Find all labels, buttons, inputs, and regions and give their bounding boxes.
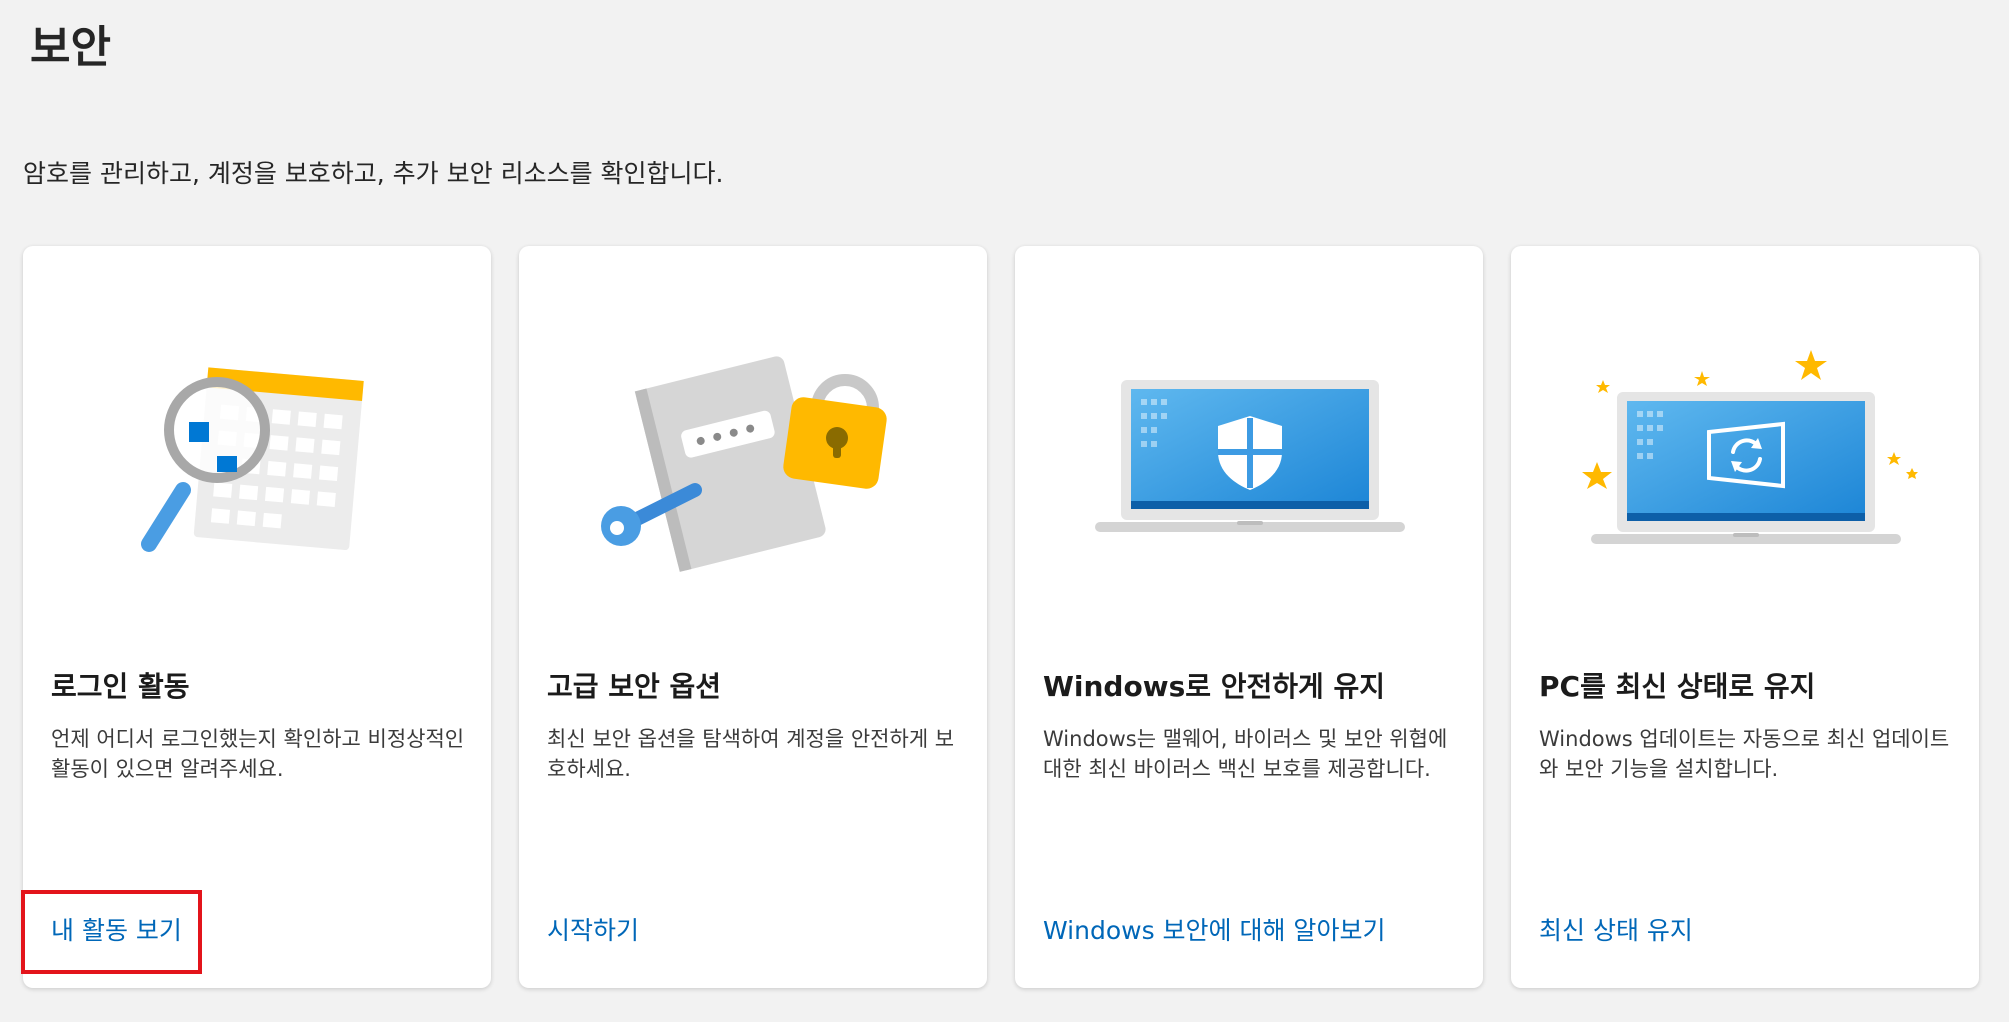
page-title: 보안 [30, 22, 111, 73]
card-keep-pc-updated: PC를 최신 상태로 유지 Windows 업데이트는 자동으로 최신 업데이트… [1511, 246, 1979, 988]
card-title: 고급 보안 옵션 [547, 670, 722, 703]
password-key-lock-icon [519, 246, 987, 606]
card-title: PC를 최신 상태로 유지 [1539, 670, 1816, 703]
card-advanced-security: 고급 보안 옵션 최신 보안 옵션을 탐색하여 계정을 안전하게 보호하세요. … [519, 246, 987, 988]
card-description: Windows 업데이트는 자동으로 최신 업데이트와 보안 기능을 설치합니다… [1539, 727, 1950, 781]
laptop-shield-icon [1015, 246, 1483, 606]
highlight-box [21, 890, 202, 974]
card-description: 최신 보안 옵션을 탐색하여 계정을 안전하게 보호하세요. [547, 727, 955, 781]
card-windows-security: Windows로 안전하게 유지 Windows는 맬웨어, 바이러스 및 보안… [1015, 246, 1483, 988]
stay-up-to-date-link[interactable]: 최신 상태 유지 [1539, 914, 1693, 948]
get-started-link[interactable]: 시작하기 [547, 914, 639, 948]
learn-windows-security-link[interactable]: Windows 보안에 대해 알아보기 [1043, 914, 1385, 948]
security-cards: 로그인 활동 언제 어디서 로그인했는지 확인하고 비정상적인 활동이 있으면 … [23, 246, 1983, 988]
card-title: 로그인 활동 [51, 670, 190, 703]
card-description: Windows는 맬웨어, 바이러스 및 보안 위협에 대한 최신 바이러스 백… [1043, 727, 1448, 781]
card-description: 언제 어디서 로그인했는지 확인하고 비정상적인 활동이 있으면 알려주세요. [51, 727, 465, 781]
card-signin-activity: 로그인 활동 언제 어디서 로그인했는지 확인하고 비정상적인 활동이 있으면 … [23, 246, 491, 988]
card-title: Windows로 안전하게 유지 [1043, 670, 1386, 703]
laptop-update-icon [1511, 246, 1979, 606]
magnifier-calendar-icon [23, 246, 491, 606]
page-subtitle: 암호를 관리하고, 계정을 보호하고, 추가 보안 리소스를 확인합니다. [23, 159, 724, 188]
